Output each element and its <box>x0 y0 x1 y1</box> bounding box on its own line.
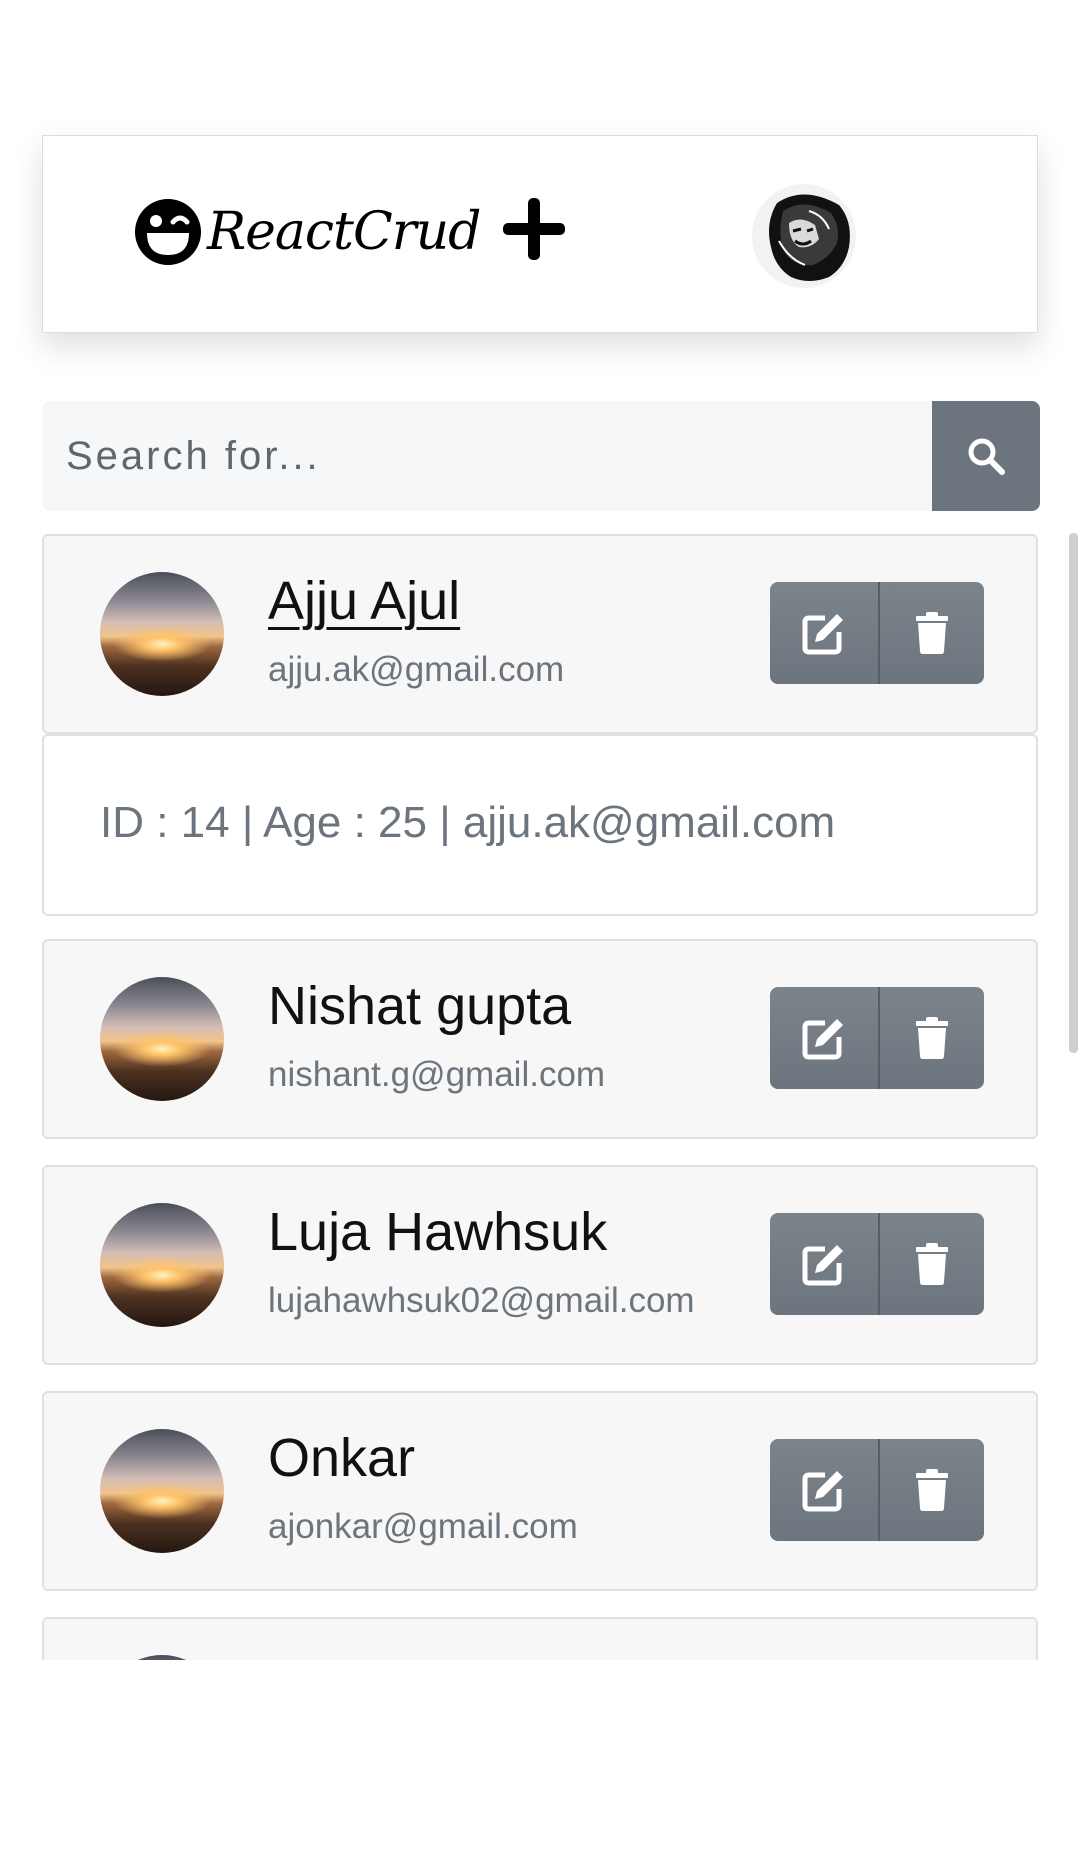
edit-icon <box>802 1019 843 1060</box>
edit-button[interactable] <box>770 1213 880 1315</box>
user-name[interactable]: Onkar <box>268 1427 415 1489</box>
user-name[interactable]: Luja Hawhsuk <box>268 1201 607 1263</box>
smiley-wink-icon <box>135 199 201 265</box>
avatar <box>100 977 224 1101</box>
user-name-link[interactable]: Ajju Ajul <box>268 570 460 632</box>
brand[interactable]: ReactCrud <box>133 192 481 272</box>
user-actions <box>770 1213 984 1315</box>
user-email: nishant.g@gmail.com <box>268 1055 606 1094</box>
user-card[interactable]: Nishat gupta nishant.g@gmail.com <box>42 939 1038 1139</box>
delete-button[interactable] <box>880 1213 984 1315</box>
user-actions <box>770 987 984 1089</box>
edit-icon <box>802 1245 843 1286</box>
avatar <box>100 1429 224 1553</box>
scrollbar[interactable] <box>1069 533 1078 1053</box>
user-actions <box>770 582 984 684</box>
edit-button[interactable] <box>770 1439 880 1541</box>
search-input[interactable] <box>42 401 932 511</box>
edit-icon <box>802 614 843 655</box>
user-email: ajju.ak@gmail.com <box>268 650 565 689</box>
delete-button[interactable] <box>880 582 984 684</box>
user-email: ajonkar@gmail.com <box>268 1507 578 1546</box>
avatar <box>100 1203 224 1327</box>
trash-icon <box>916 1469 948 1511</box>
user-list: Ajju Ajul ajju.ak@gmail.com ID : 14 | Ag… <box>42 534 1038 1660</box>
edit-icon <box>802 1471 843 1512</box>
delete-button[interactable] <box>880 1439 984 1541</box>
user-card[interactable] <box>42 1617 1038 1660</box>
user-email: lujahawhsuk02@gmail.com <box>268 1281 695 1320</box>
lion-logo <box>752 184 856 288</box>
user-card[interactable]: Onkar ajonkar@gmail.com <box>42 1391 1038 1591</box>
user-name[interactable]: Nishat gupta <box>268 975 571 1037</box>
user-details-text: ID : 14 | Age : 25 | ajju.ak@gmail.com <box>100 798 836 847</box>
user-actions <box>770 1439 984 1541</box>
avatar <box>100 572 224 696</box>
trash-icon <box>916 1243 948 1285</box>
edit-button[interactable] <box>770 987 880 1089</box>
search-bar <box>42 401 1040 511</box>
plus-icon[interactable] <box>501 196 567 262</box>
app-header: ReactCrud <box>42 135 1038 333</box>
search-icon <box>968 438 1005 475</box>
trash-icon <box>916 1017 948 1059</box>
search-button[interactable] <box>932 401 1040 511</box>
user-card[interactable]: Ajju Ajul ajju.ak@gmail.com <box>42 534 1038 734</box>
user-details-panel: ID : 14 | Age : 25 | ajju.ak@gmail.com <box>42 734 1038 916</box>
user-card[interactable]: Luja Hawhsuk lujahawhsuk02@gmail.com <box>42 1165 1038 1365</box>
trash-icon <box>916 612 948 654</box>
edit-button[interactable] <box>770 582 880 684</box>
avatar <box>100 1655 224 1660</box>
delete-button[interactable] <box>880 987 984 1089</box>
brand-name: ReactCrud <box>207 202 481 262</box>
